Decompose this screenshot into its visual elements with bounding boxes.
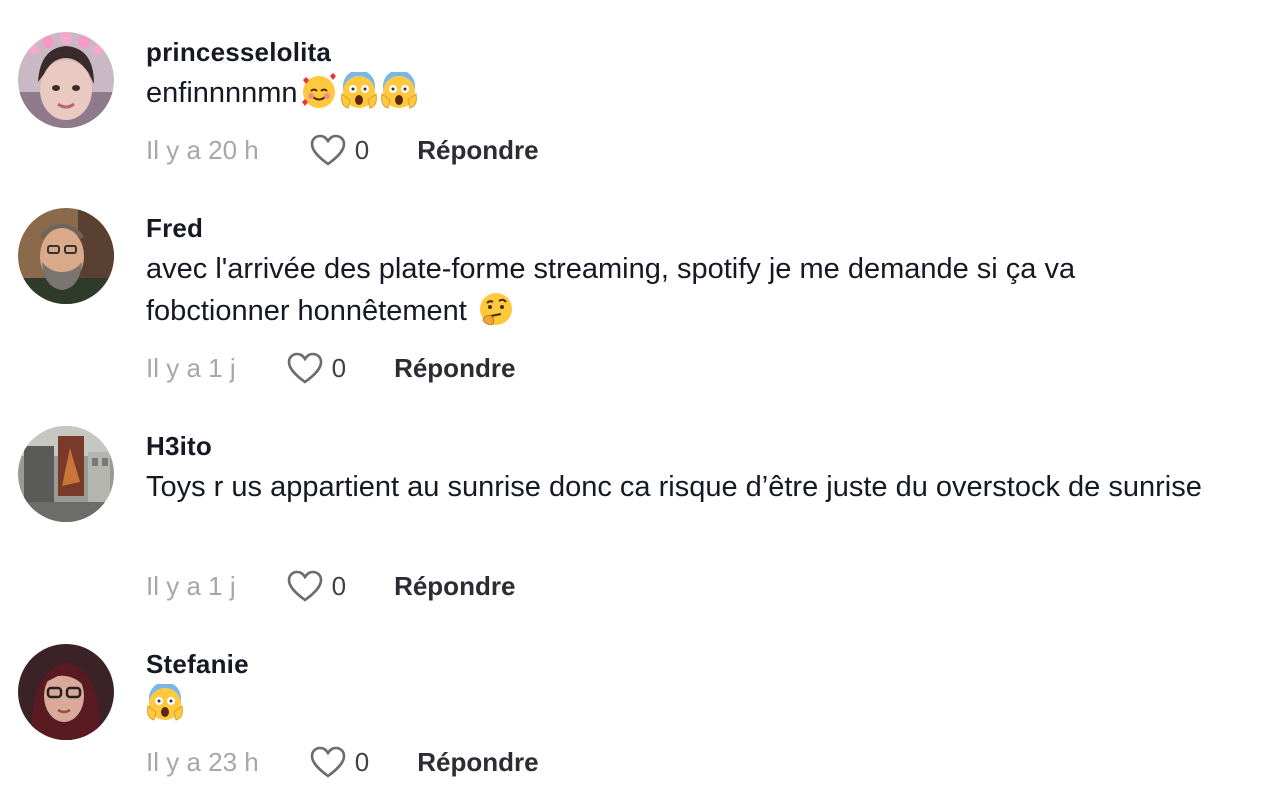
comment-timestamp: Il y a 20 h [146, 135, 259, 165]
like-button[interactable]: 0 [309, 745, 369, 779]
avatar[interactable] [18, 32, 114, 128]
reply-button[interactable]: Répondre [417, 747, 538, 778]
like-count: 0 [354, 134, 370, 165]
heart-icon [310, 134, 346, 166]
username[interactable]: H3ito [146, 430, 1252, 462]
avatar-store-photo-icon [18, 426, 114, 522]
smiling-face-with-hearts-icon [300, 72, 338, 110]
comment-text: enfinnnnmn [146, 70, 1252, 114]
avatar[interactable] [18, 208, 114, 304]
like-count: 0 [354, 746, 370, 777]
avatar-woman-glasses-icon [18, 644, 114, 740]
comment-text [146, 682, 1252, 726]
comment-timestamp: Il y a 23 h [146, 747, 259, 777]
avatar[interactable] [18, 644, 114, 740]
face-screaming-in-fear-icon [340, 70, 378, 110]
heart-icon [287, 570, 322, 602]
avatar-woman-flower-crown-icon [18, 32, 114, 128]
like-count: 0 [331, 352, 347, 383]
comment-timestamp: Il y a 1 j [146, 571, 236, 601]
reply-button[interactable]: Répondre [394, 571, 515, 602]
reply-button[interactable]: Répondre [394, 353, 515, 384]
face-screaming-in-fear-icon [380, 70, 418, 110]
like-button[interactable]: 0 [286, 569, 346, 603]
username[interactable]: Fred [146, 212, 1252, 244]
comment-text: avec l'arrivée des plate-forme streaming… [146, 253, 1084, 328]
like-button[interactable]: 0 [309, 133, 369, 167]
avatar-bearded-man-icon [18, 208, 114, 304]
heart-icon [287, 352, 322, 384]
face-screaming-in-fear-icon [146, 682, 184, 722]
username[interactable]: Stefanie [146, 648, 1252, 680]
heart-icon [310, 746, 346, 778]
avatar[interactable] [18, 426, 114, 522]
like-count: 0 [331, 570, 347, 601]
comment-text: Toys r us appartient au sunrise donc ca … [146, 471, 1202, 503]
thinking-face-icon [477, 290, 515, 328]
like-button[interactable]: 0 [286, 351, 346, 385]
username[interactable]: princesselolita [146, 36, 1252, 68]
comment-timestamp: Il y a 1 j [146, 353, 236, 383]
reply-button[interactable]: Répondre [417, 135, 538, 166]
